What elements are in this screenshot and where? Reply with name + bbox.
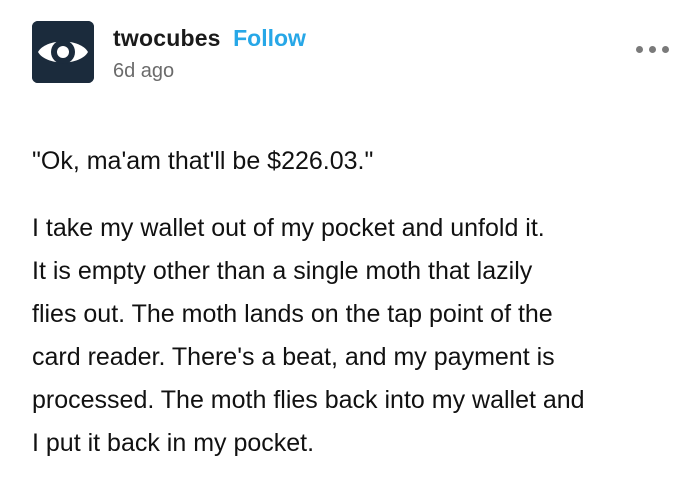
- paragraph-line: card reader. There's a beat, and my paym…: [32, 343, 555, 371]
- post-header: twocubes Follow 6d ago: [32, 20, 672, 84]
- paragraph-line: I put it back in my pocket.: [32, 429, 315, 457]
- paragraph-line: It is empty other than a single moth tha…: [32, 257, 533, 285]
- paragraph-line: I take my wallet out of my pocket and un…: [32, 214, 545, 242]
- post-quote: "Ok, ma'am that'll be $226.03.": [32, 147, 374, 175]
- post: twocubes Follow 6d ago "Ok, ma'am that'l…: [0, 0, 700, 483]
- paragraph-line: processed. The moth flies back into my w…: [32, 386, 585, 414]
- post-content: "Ok, ma'am that'll be $226.03." I take m…: [32, 142, 672, 465]
- blog-name-line: twocubes Follow: [113, 25, 306, 55]
- blog-name[interactable]: twocubes: [113, 25, 221, 51]
- follow-button[interactable]: Follow: [233, 25, 306, 51]
- post-timestamp: 6d ago: [113, 60, 175, 82]
- more-options-icon[interactable]: [636, 42, 670, 58]
- eye-icon: [32, 21, 94, 83]
- blog-avatar[interactable]: [32, 21, 94, 83]
- paragraph-line: flies out. The moth lands on the tap poi…: [32, 300, 553, 328]
- post-paragraph: I take my wallet out of my pocket and un…: [32, 207, 672, 465]
